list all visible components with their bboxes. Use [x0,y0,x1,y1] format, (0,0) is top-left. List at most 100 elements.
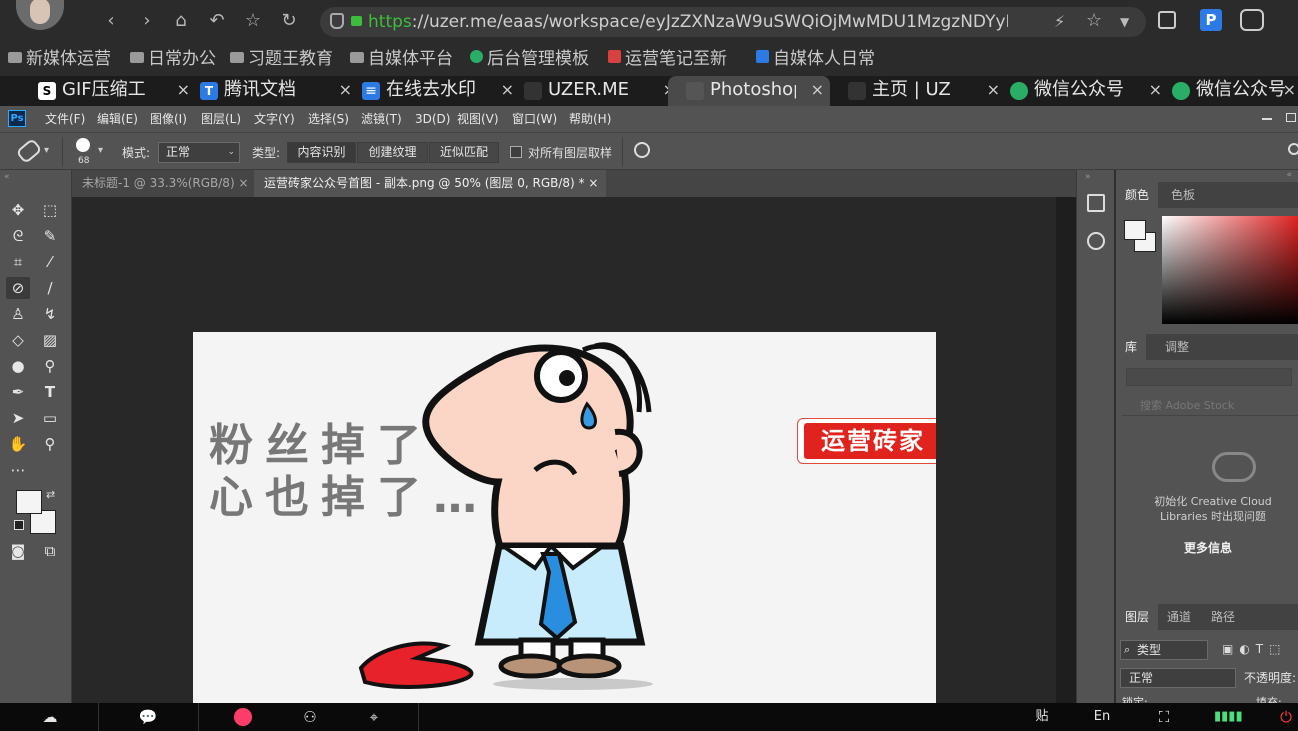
marquee-tool-icon[interactable]: ⬚ [38,199,62,221]
rectangle-tool-icon[interactable]: ▭ [38,407,62,429]
type-content-aware[interactable]: 内容识别 [287,142,356,163]
brush-preview-icon[interactable] [76,138,90,152]
browser-tab-active[interactable]: Photoshop × [668,76,830,106]
menu-layer[interactable]: 图层(L) [201,111,241,127]
eyedropper-tool-icon[interactable]: ⁄ [38,251,62,273]
gradient-tool-icon[interactable]: ▨ [38,329,62,351]
minimize-icon[interactable] [1262,118,1272,120]
dodge-tool-icon[interactable]: ⚲ [38,355,62,377]
swap-colors-icon[interactable]: ⇄ [46,488,55,501]
bookmark-item[interactable]: 日常办公 [130,48,216,70]
healing-brush-tool-icon[interactable]: ⊘ [6,277,30,299]
tab-libraries[interactable]: 库 [1116,334,1147,360]
crop-tool-icon[interactable]: ⌗ [6,251,30,273]
browser-tab[interactable]: T 腾讯文档 × [200,76,358,106]
tab-layers[interactable]: 图层 [1116,604,1159,630]
address-bar[interactable]: https://uzer.me/eaas/workspace/eyJzZXNza… [320,7,1146,37]
menu-view[interactable]: 视图(V) [457,111,499,127]
home-icon[interactable]: ⌂ [168,8,194,34]
tab-close-icon[interactable]: × [588,176,598,190]
tab-swatches[interactable]: 色板 [1162,182,1204,208]
chat-icon[interactable]: 💬 [136,707,160,727]
chevron-down-icon[interactable]: ▾ [44,145,49,156]
lightning-icon[interactable]: ⚡ [1054,11,1065,33]
refresh-icon[interactable]: ↻ [276,8,302,34]
sample-all-checkbox[interactable] [510,146,522,158]
document-canvas[interactable]: 粉丝掉了 心也掉了… 运营砖家 [193,332,936,703]
menu-select[interactable]: 选择(S) [308,111,349,127]
browser-tab[interactable]: 微信公众号 × [1172,76,1298,106]
tab-close-icon[interactable]: × [339,76,352,104]
back-icon[interactable]: ‹ [98,8,124,34]
doc-tab[interactable]: 未标题-1 @ 33.3%(RGB/8) × [72,170,254,197]
properties-panel-icon[interactable] [1087,232,1105,250]
dropdown-icon[interactable]: ▼ [1120,11,1129,33]
browser-tab[interactable]: S GIF压缩工 × [38,76,196,106]
browser-tab[interactable]: 主页 | UZ × [848,76,1006,106]
tab-close-icon[interactable]: × [987,76,1000,104]
chevron-down-icon[interactable]: ▾ [98,145,103,156]
menu-edit[interactable]: 编辑(E) [97,111,138,127]
collapse-icon[interactable]: » [1085,172,1091,182]
undo-icon[interactable]: ↶ [204,8,230,34]
type-proximity-match[interactable]: 近似匹配 [429,142,499,163]
language-button[interactable]: En [1090,707,1114,727]
pressure-icon[interactable] [634,142,650,158]
type-tool-icon[interactable]: T [38,381,62,403]
healing-brush-icon[interactable] [15,137,43,165]
bookmark-item[interactable]: 运营笔记至新 [608,48,727,70]
pen-tool-icon[interactable]: ✒ [6,381,30,403]
paste-button[interactable]: 贴 [1030,707,1054,727]
tab-close-icon[interactable]: × [1149,76,1162,104]
library-select[interactable] [1126,368,1292,386]
layer-filter-select[interactable]: ⌕ 类型 [1120,640,1208,660]
browser-tab[interactable]: UZER.ME× [524,76,682,106]
blend-mode-select[interactable]: 正常 [1120,668,1236,688]
tab-close-icon[interactable]: × [1283,76,1296,104]
more-tools-icon[interactable]: ⋯ [6,459,30,481]
search-icon[interactable] [1288,143,1298,155]
history-panel-icon[interactable] [1087,194,1105,212]
stock-search-input[interactable]: 搜索 Adobe Stock [1122,396,1298,416]
quick-select-tool-icon[interactable]: ✎ [38,225,62,247]
star-icon[interactable]: ☆ [240,8,266,34]
tab-close-icon[interactable]: × [811,76,824,104]
menu-help[interactable]: 帮助(H) [569,111,611,127]
history-brush-tool-icon[interactable]: ↯ [38,303,62,325]
menu-window[interactable]: 窗口(W) [512,111,557,127]
power-icon[interactable]: ⏻ [1274,707,1298,727]
browser-tab[interactable]: ≡ 在线去水印 × [362,76,520,106]
collapse-icon[interactable]: « [4,172,10,182]
blur-tool-icon[interactable]: ● [6,355,30,377]
record-icon[interactable] [234,708,252,726]
tab-color[interactable]: 颜色 [1116,182,1159,208]
tab-close-icon[interactable]: × [238,176,248,190]
user-location-icon[interactable]: ⚇ [298,707,322,727]
tab-paths[interactable]: 路径 [1202,604,1244,630]
locate-icon[interactable]: ⌖ [362,707,386,727]
mode-select[interactable]: 正常 ⌄ [158,142,240,163]
screen-mode-icon[interactable]: ⧉ [38,540,62,562]
tab-adjustments[interactable]: 调整 [1156,334,1198,360]
tab-close-icon[interactable]: × [177,76,190,104]
fg-color-chip[interactable] [1124,220,1146,240]
bookmark-item[interactable]: 新媒体运营 [8,48,111,70]
move-tool-icon[interactable]: ✥ [6,199,30,221]
url-text[interactable]: https://uzer.me/eaas/workspace/eyJzZXNza… [368,11,1008,33]
menu-type[interactable]: 文字(Y) [254,111,295,127]
lasso-tool-icon[interactable]: ᘓ [6,225,30,247]
tab-close-icon[interactable]: × [501,76,514,104]
doc-tab-active[interactable]: 运营砖家公众号首图 - 副本.png @ 50% (图层 0, RGB/8) *… [254,170,606,197]
type-create-texture[interactable]: 创建纹理 [357,142,428,163]
menu-3d[interactable]: 3D(D) [415,111,450,127]
hand-tool-icon[interactable]: ✋ [6,433,30,455]
foreground-color-swatch[interactable] [16,490,42,514]
quick-mask-icon[interactable]: ◙ [6,540,30,562]
eraser-tool-icon[interactable]: ◇ [6,329,30,351]
apps-grid-icon[interactable] [1158,11,1176,29]
color-picker-field[interactable] [1162,216,1298,324]
bookmark-item[interactable]: 自媒体平台 [350,48,453,70]
zoom-tool-icon[interactable]: ⚲ [38,433,62,455]
profile-avatar[interactable] [16,0,64,30]
tab-channels[interactable]: 通道 [1158,604,1200,630]
